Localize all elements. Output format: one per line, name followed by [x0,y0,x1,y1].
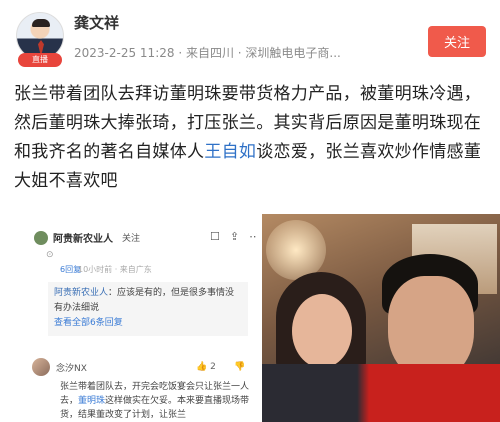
embed-comment-name: 念汐NX [56,363,87,374]
embed-quote-more: 查看全部6条回复 [54,318,123,328]
embed-icons: ☐ ⇪ ⋯ [210,230,256,243]
photo-coats [262,364,500,422]
embed-meta: 10小时前 · 来自广东 [78,265,152,274]
avatar-hair [32,19,50,27]
live-badge[interactable]: 直播 [18,53,62,67]
embed-like: 👍 2 [196,362,216,372]
photo-lamp [266,220,326,280]
embed-like-count: 2 [210,362,216,372]
comment-icon: ☐ [210,230,220,243]
share-icon: ⇪ [229,230,240,243]
embed-avatar [34,230,48,245]
author-name[interactable]: 龚文祥 [74,12,119,33]
more-icon: ⋯ [249,230,256,243]
avatar-tie [38,40,44,54]
embedded-screenshot[interactable]: 阿贵新农业人 关注 ☐ ⇪ ⋯ ⊙ 6回复 10小时前 · 来自广东 阿贵新农业… [20,216,256,422]
embed-quote: 阿贵新农业人：应该是有的，但是很多事情没有办法细说 查看全部6条回复 [48,282,248,336]
embed-follow: 关注 [122,234,141,244]
embed-user-row: 阿贵新农业人 关注 [34,230,140,245]
embed-username: 阿贵新农业人 [53,234,113,245]
thumbs-up-icon: 👍 [196,362,208,372]
embed-quote-user: 阿贵新农业人 [54,288,109,298]
live-badge-label: 直播 [32,55,48,64]
post-header: 直播 龚文祥 2023-2-25 11:28 · 来自四川 · 深圳触电电子商.… [0,0,500,74]
author-avatar[interactable]: 直播 [16,12,64,67]
embed-comment-user: 念汐NX [32,358,87,376]
follow-button[interactable]: 关注 [428,26,486,57]
post-photo[interactable] [262,214,500,422]
embed-comment-avatar [32,358,50,376]
embed-comment-text: 张兰带着团队去，开完会吃饭宴会只让张兰一人去，董明珠这样做实在欠妥。本来要直播现… [60,380,250,422]
photo-woman-face [292,294,352,368]
thumbs-down-icon: 👎 [234,362,246,372]
mention-link[interactable]: 王自如 [204,142,256,162]
post-body: 张兰带着团队去拜访董明珠要带货格力产品，被董明珠冷遇，然后董明珠大捧张琦，打压张… [14,80,492,196]
embed-comment-mention: 董明珠 [78,396,106,406]
post-meta: 2023-2-25 11:28 · 来自四川 · 深圳触电电子商... [74,46,341,60]
embed-sub: ⊙ [46,250,54,260]
